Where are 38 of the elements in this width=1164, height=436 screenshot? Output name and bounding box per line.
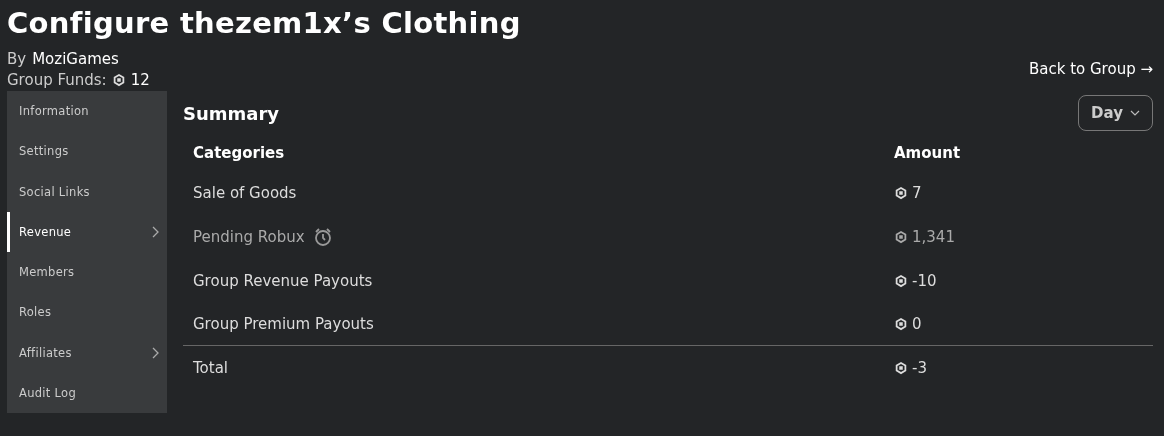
category-cell: Sale of Goods <box>193 183 297 202</box>
amount-cell: 0 <box>912 314 922 333</box>
robux-icon <box>894 316 908 331</box>
sidebar-item[interactable]: Affiliates <box>7 332 167 373</box>
sidebar-item[interactable]: Settings <box>7 131 167 172</box>
category-cell: Pending Robux <box>193 227 305 246</box>
amount-cell: 7 <box>912 183 922 202</box>
funds-amount: 12 <box>130 71 150 89</box>
page-title: Configure thezem1x’s Clothing <box>7 5 521 42</box>
sidebar-item[interactable]: Roles <box>7 292 167 333</box>
robux-icon <box>894 273 908 288</box>
chevron-right-icon <box>151 346 159 359</box>
alarm-clock-icon <box>312 226 333 247</box>
amount-cell: -3 <box>912 358 927 377</box>
amount-cell: 1,341 <box>912 227 955 246</box>
sidebar-item[interactable]: Audit Log <box>7 372 167 413</box>
sidebar-item[interactable]: Members <box>7 252 167 293</box>
amount-cell: -10 <box>912 271 937 290</box>
category-cell: Group Revenue Payouts <box>193 271 373 290</box>
funds-label: Group Funds: <box>7 71 107 89</box>
period-dropdown[interactable]: Day <box>1078 95 1153 131</box>
sidebar-item[interactable]: Information <box>7 91 167 132</box>
owner-link[interactable]: MoziGames <box>32 50 119 68</box>
back-to-group-link[interactable]: Back to Group → <box>1029 60 1153 78</box>
robux-icon <box>111 73 126 87</box>
by-label: By <box>7 50 27 68</box>
category-cell: Total <box>193 358 229 377</box>
robux-icon <box>894 185 908 200</box>
summary-title: Summary <box>183 102 280 124</box>
robux-icon <box>894 360 908 375</box>
chevron-right-icon <box>151 225 159 238</box>
column-header: Amount <box>894 144 961 162</box>
chevron-down-icon <box>1130 110 1140 116</box>
sidebar-item[interactable]: Social Links <box>7 171 167 212</box>
robux-icon <box>894 229 908 244</box>
category-cell: Group Premium Payouts <box>193 314 374 333</box>
sidebar-item[interactable]: Revenue <box>7 211 167 252</box>
column-header: Categories <box>192 144 286 162</box>
